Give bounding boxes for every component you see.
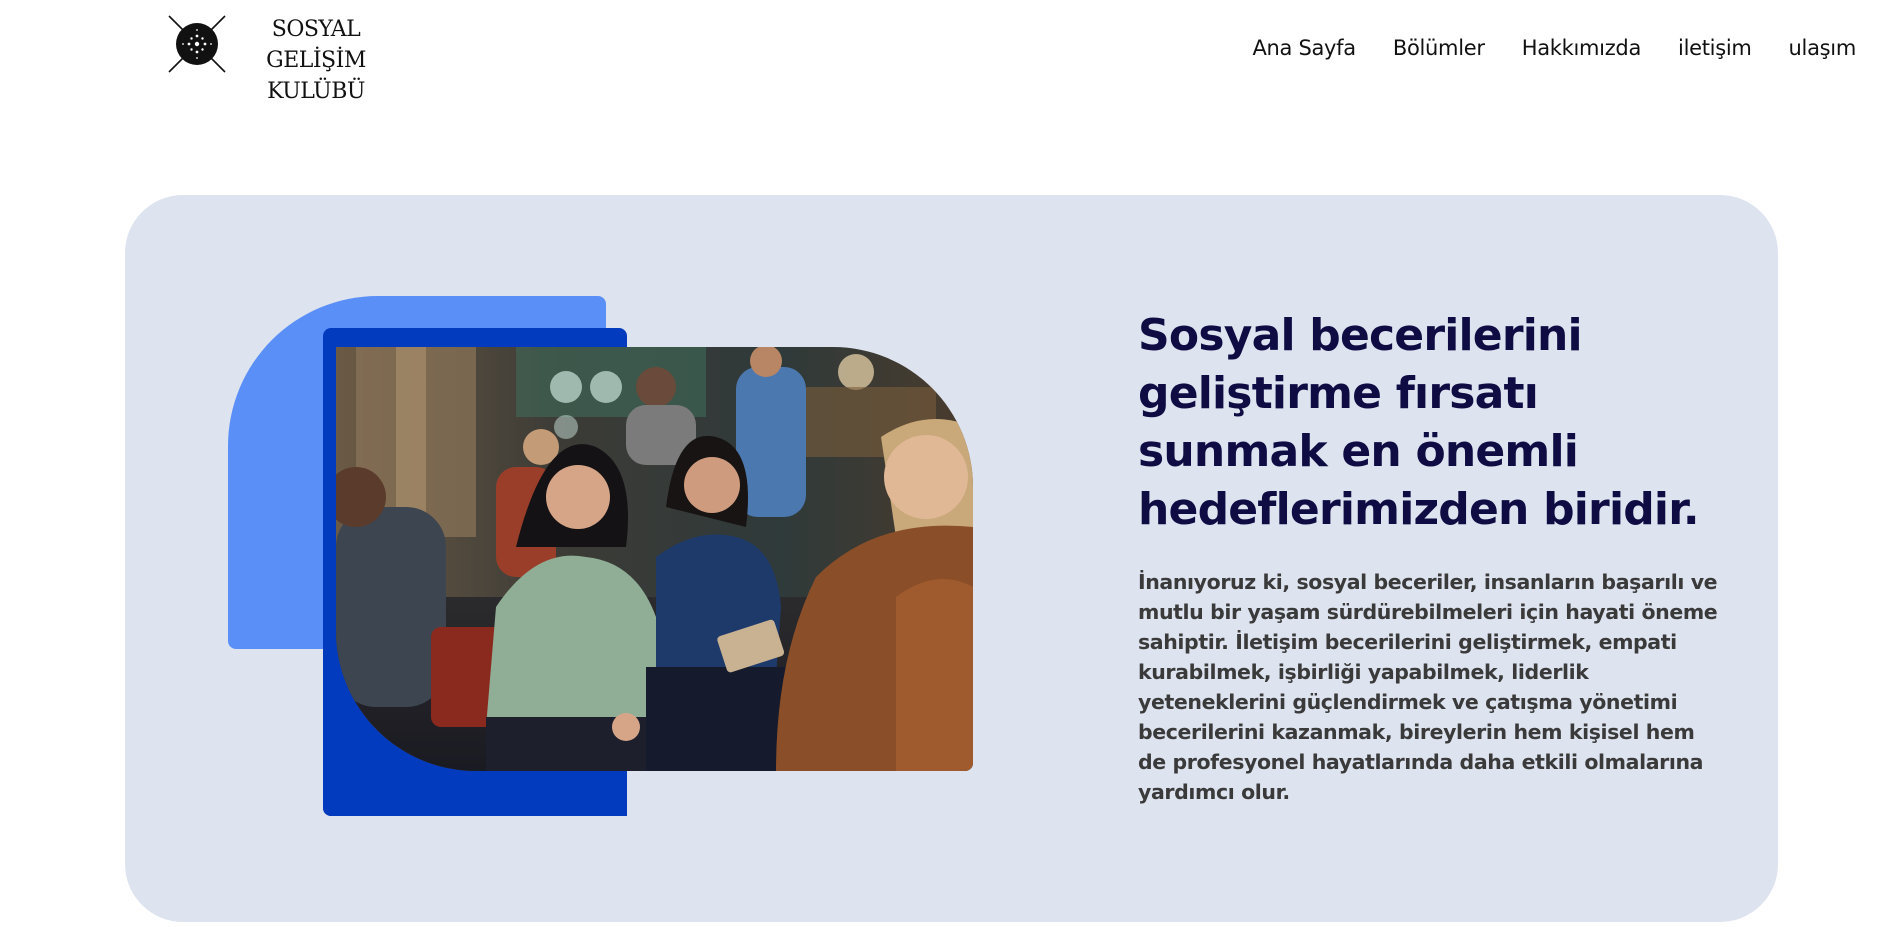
hero-description: İnanıyoruz ki, sosyal beceriler, insanla… bbox=[1138, 570, 1718, 804]
hero-title: Sosyal becerilerini geliştirme fırsatı s… bbox=[1138, 310, 1700, 535]
main-nav: Ana Sayfa Bölümler Hakkımızda iletişim u… bbox=[1252, 36, 1856, 60]
site-header: SOSYAL GELİŞİM KULÜBÜ Ana Sayfa Bölümler… bbox=[0, 0, 1896, 104]
nav-ana-sayfa[interactable]: Ana Sayfa bbox=[1252, 36, 1356, 60]
group-discussion-photo bbox=[336, 347, 973, 771]
logo-line-1: SOSYAL GELİŞİM bbox=[266, 17, 366, 73]
nav-ulasim[interactable]: ulaşım bbox=[1789, 36, 1857, 60]
nav-bolumler[interactable]: Bölümler bbox=[1393, 36, 1485, 60]
club-logo-icon bbox=[168, 15, 226, 73]
nav-iletisim[interactable]: iletişim bbox=[1678, 36, 1752, 60]
logo-line-2: KULÜBÜ bbox=[267, 79, 365, 104]
nav-hakkimizda[interactable]: Hakkımızda bbox=[1522, 36, 1642, 60]
logo-text: SOSYAL GELİŞİM KULÜBÜ bbox=[227, 14, 405, 107]
hero-section: Sosyal becerilerini geliştirme fırsatı s… bbox=[125, 195, 1778, 922]
site-logo[interactable]: SOSYAL GELİŞİM KULÜBÜ bbox=[165, 10, 405, 104]
